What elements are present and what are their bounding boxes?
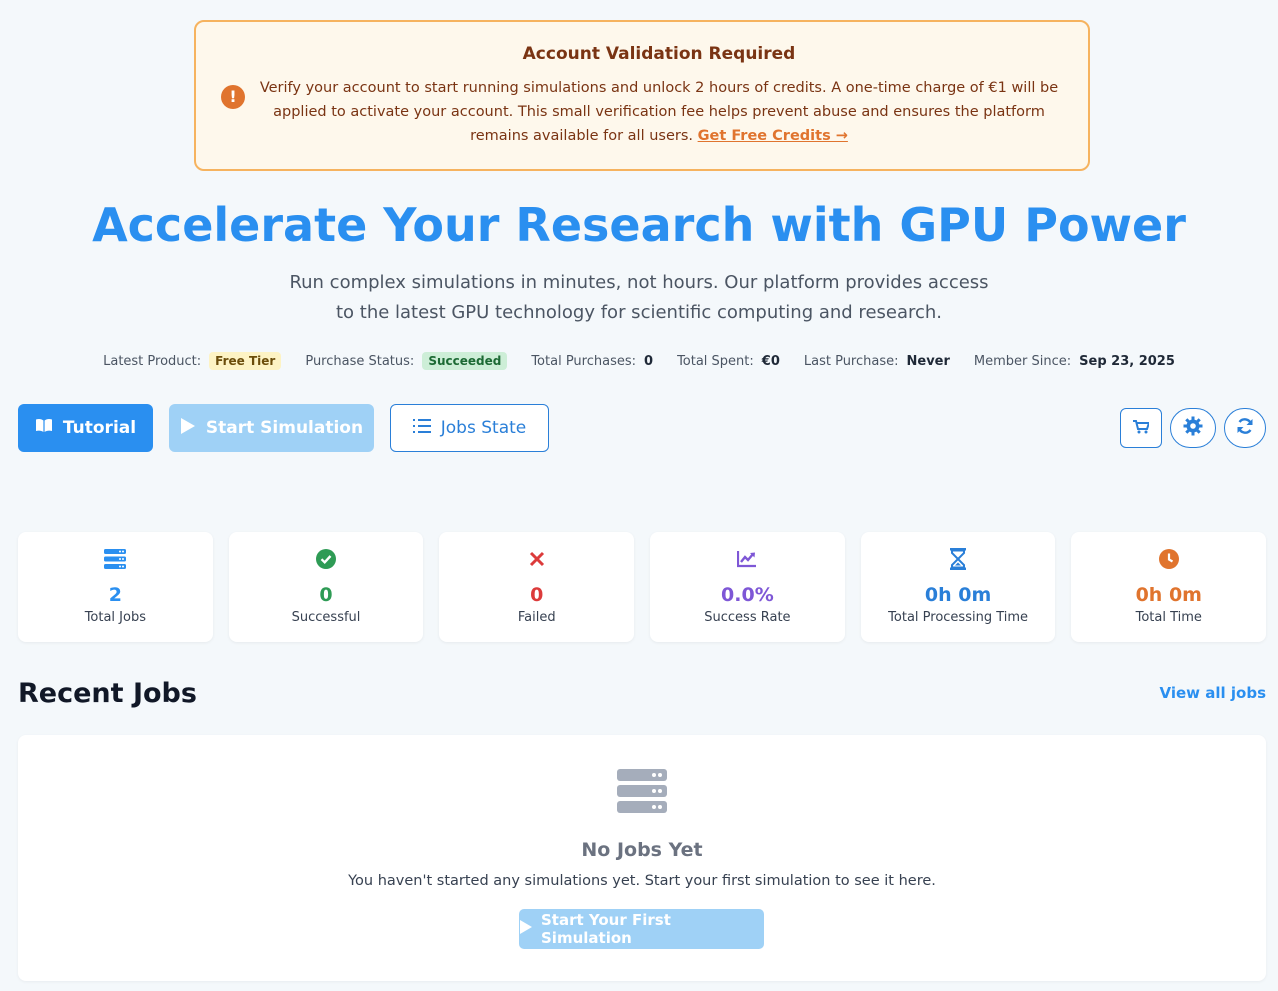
- empty-title: No Jobs Yet: [581, 839, 703, 861]
- get-free-credits-link[interactable]: Get Free Credits →: [698, 128, 848, 144]
- alert-body: Verify your account to start running sim…: [258, 76, 1060, 148]
- meta-label: Total Purchases:: [531, 353, 637, 369]
- stat-card-total-processing-time: 0h 0m Total Processing Time: [860, 532, 1056, 642]
- meta-label: Latest Product:: [103, 353, 202, 369]
- meta-label: Last Purchase:: [803, 353, 899, 369]
- check-circle-icon: [316, 548, 337, 570]
- chart-line-icon: [737, 548, 757, 570]
- account-validation-alert: ! Account Validation Required Verify you…: [194, 20, 1090, 171]
- stat-card-total-time: 0h 0m Total Time: [1071, 532, 1267, 642]
- page: ! Account Validation Required Verify you…: [0, 0, 1278, 991]
- cart-button[interactable]: [1120, 408, 1162, 448]
- stat-value: 0h 0m: [924, 584, 992, 606]
- clock-icon: [1158, 548, 1179, 570]
- meta-total-spent: Total Spent: €0: [677, 354, 780, 369]
- alert-body-text: Verify your account to start running sim…: [259, 80, 1059, 144]
- stat-label: Successful: [291, 610, 361, 625]
- stat-card-success-rate: 0.0% Success Rate: [650, 532, 845, 642]
- gear-icon: [1183, 416, 1203, 440]
- stat-label: Total Jobs: [84, 610, 146, 625]
- stat-label: Total Processing Time: [888, 610, 1029, 625]
- stat-label: Failed: [517, 610, 556, 625]
- stat-label: Success Rate: [704, 610, 791, 625]
- tutorial-label: Tutorial: [62, 418, 137, 438]
- cart-icon: [1133, 419, 1151, 438]
- refresh-button[interactable]: [1224, 408, 1266, 448]
- jobs-state-button[interactable]: Jobs State: [390, 404, 549, 452]
- stat-card-total-jobs: 2 Total Jobs: [18, 532, 213, 642]
- start-simulation-label: Start Simulation: [205, 418, 364, 438]
- book-icon: [35, 418, 53, 438]
- meta-purchase-status: Purchase Status: Succeeded: [305, 352, 508, 370]
- meta-latest-product: Latest Product: Free Tier: [103, 352, 282, 370]
- status-badge: Succeeded: [422, 352, 508, 370]
- exclamation-icon: !: [221, 85, 245, 109]
- meta-label: Purchase Status:: [305, 353, 415, 369]
- stat-value: 0.0%: [721, 584, 774, 606]
- jobs-state-label: Jobs State: [440, 418, 527, 438]
- stats-row: 2 Total Jobs 0 Successful 0 Failed 0.0% …: [18, 532, 1267, 642]
- server-icon: [617, 769, 667, 817]
- view-all-jobs-link[interactable]: View all jobs: [1160, 684, 1266, 702]
- stat-card-successful: 0 Successful: [228, 532, 424, 642]
- empty-text: You haven't started any simulations yet.…: [348, 873, 936, 889]
- meta-label: Member Since:: [973, 353, 1072, 369]
- start-simulation-button[interactable]: Start Simulation: [169, 404, 374, 452]
- meta-total-purchases: Total Purchases: 0: [531, 354, 653, 369]
- meta-value: 0: [644, 353, 654, 369]
- x-icon: [529, 548, 545, 570]
- meta-value: Never: [906, 353, 950, 369]
- meta-member-since: Member Since: Sep 23, 2025: [974, 354, 1175, 369]
- product-badge: Free Tier: [209, 352, 282, 370]
- stat-value: 0h 0m: [1135, 584, 1202, 606]
- play-icon: [180, 417, 196, 440]
- stat-card-failed: 0 Failed: [439, 532, 635, 642]
- meta-value: €0: [761, 353, 780, 369]
- server-icon: [104, 548, 127, 570]
- stat-value: 2: [108, 584, 122, 606]
- empty-jobs-panel: No Jobs Yet You haven't started any simu…: [18, 735, 1266, 981]
- start-first-simulation-label: Start Your First Simulation: [541, 911, 671, 947]
- stat-value: 0: [319, 584, 333, 606]
- hero-subtitle: Run complex simulations in minutes, not …: [289, 272, 989, 323]
- stat-label: Total Time: [1135, 610, 1202, 625]
- stat-value: 0: [530, 584, 544, 606]
- tutorial-button[interactable]: Tutorial: [18, 404, 153, 452]
- hero-title: Accelerate Your Research with GPU Power: [92, 198, 1186, 252]
- refresh-icon: [1236, 417, 1254, 439]
- play-icon: [519, 919, 533, 939]
- start-first-simulation-button[interactable]: Start Your First Simulation: [519, 909, 764, 949]
- list-icon: [412, 418, 431, 439]
- settings-button[interactable]: [1170, 408, 1216, 448]
- meta-last-purchase: Last Purchase: Never: [804, 354, 950, 369]
- hourglass-icon: [950, 548, 967, 570]
- recent-jobs-title: Recent Jobs: [18, 678, 197, 709]
- alert-title: Account Validation Required: [522, 44, 796, 64]
- meta-label: Total Spent:: [677, 353, 754, 369]
- account-meta-row: Latest Product: Free Tier Purchase Statu…: [0, 352, 1278, 370]
- meta-value: Sep 23, 2025: [1079, 353, 1175, 369]
